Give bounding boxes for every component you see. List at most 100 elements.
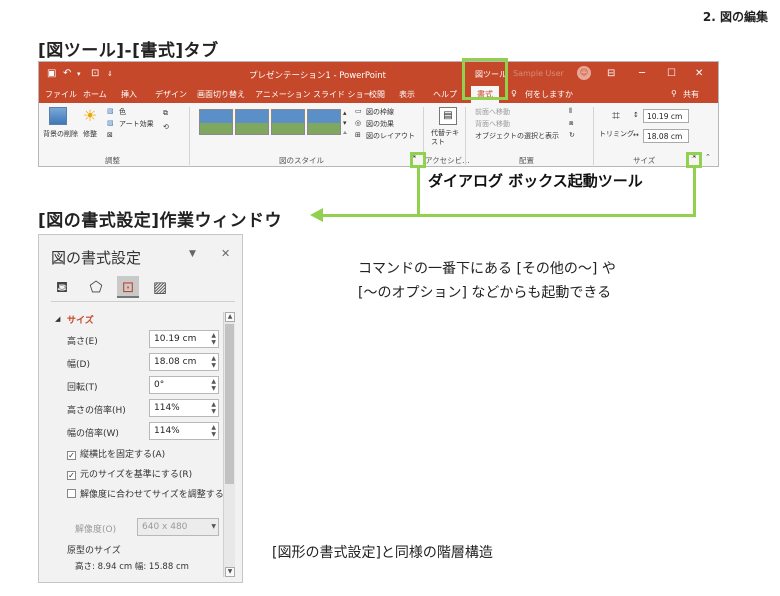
shape-height-input[interactable]: 10.19 cm: [643, 109, 689, 123]
picture-border-icon[interactable]: ▭: [355, 107, 362, 115]
tab-view[interactable]: 表示: [399, 89, 415, 100]
spinner-arrows-icon[interactable]: ▲ ▼: [211, 424, 216, 438]
checkmark-icon[interactable]: ✓: [67, 471, 76, 480]
artistic-effects-icon[interactable]: ▨: [107, 119, 114, 127]
tell-me-search[interactable]: 何をしますか: [525, 89, 573, 100]
remove-background-icon[interactable]: [49, 107, 67, 125]
crop-icon[interactable]: ⌗: [607, 107, 625, 125]
share-button[interactable]: 共有: [683, 89, 699, 100]
gallery-up-icon[interactable]: ▴: [343, 109, 347, 117]
pane-scrollbar[interactable]: ▲ ▼: [223, 312, 235, 577]
gallery-down-icon[interactable]: ▾: [343, 119, 347, 127]
height-value[interactable]: 10.19 cm: [154, 334, 196, 344]
tab-file[interactable]: ファイル: [45, 89, 77, 100]
rotation-value[interactable]: 0°: [154, 380, 164, 390]
color-button[interactable]: 色: [119, 107, 126, 117]
pane-close-icon[interactable]: ✕: [221, 247, 230, 260]
tab-transitions[interactable]: 画面切り替え: [197, 89, 245, 100]
effects-pentagon-icon[interactable]: ⬠: [85, 276, 107, 298]
corrections-sun-icon[interactable]: ☀: [81, 107, 99, 125]
checkmark-icon[interactable]: ✓: [67, 451, 76, 460]
align-icon[interactable]: ⫴: [569, 107, 572, 116]
spinner-arrows-icon[interactable]: ▲ ▼: [211, 378, 216, 392]
scroll-thumb[interactable]: [225, 324, 234, 484]
chevron-down-icon[interactable]: ▼: [211, 523, 216, 530]
shape-width-input[interactable]: 18.08 cm: [643, 129, 689, 143]
alt-text-label[interactable]: 代替テキスト: [431, 129, 461, 147]
scale-height-value[interactable]: 114%: [154, 403, 180, 413]
scroll-up-icon[interactable]: ▲: [225, 312, 235, 322]
picture-layout-icon[interactable]: ⊞: [355, 131, 361, 139]
height-spinner[interactable]: 10.19 cm ▲ ▼: [149, 330, 219, 348]
corrections-label[interactable]: 修整: [83, 129, 97, 139]
scroll-down-icon[interactable]: ▼: [225, 567, 235, 577]
compress-pictures-icon[interactable]: ⊠: [107, 131, 113, 139]
resolution-select[interactable]: 640 x 480 ▼: [137, 518, 219, 536]
width-spinner[interactable]: 18.08 cm ▲ ▼: [149, 353, 219, 371]
bring-forward-button[interactable]: 前面へ移動: [475, 107, 510, 117]
maximize-icon[interactable]: ☐: [667, 68, 676, 79]
tab-slideshow[interactable]: スライド ショー: [313, 89, 372, 100]
minimize-icon[interactable]: ─: [639, 68, 645, 79]
size-properties-icon[interactable]: ⊡: [117, 276, 139, 298]
ribbon-display-options-icon[interactable]: ⊟: [607, 68, 615, 79]
chapter-label: 2. 図の編集: [702, 10, 768, 24]
scale-width-value[interactable]: 114%: [154, 426, 180, 436]
scale-width-spinner[interactable]: 114% ▲ ▼: [149, 422, 219, 440]
tab-home[interactable]: ホーム: [83, 89, 107, 100]
resolution-value[interactable]: 640 x 480: [142, 522, 187, 532]
group-objects-icon[interactable]: ⧈: [569, 119, 573, 128]
alt-text-icon[interactable]: ▤: [439, 107, 457, 125]
change-picture-icon[interactable]: ⧉: [163, 109, 168, 118]
picture-icon[interactable]: ▨: [149, 276, 171, 298]
crop-label[interactable]: トリミング: [599, 129, 634, 139]
reset-picture-icon[interactable]: ⟲: [163, 123, 169, 131]
size-section-header[interactable]: サイズ: [67, 313, 94, 326]
customize-qat-icon[interactable]: ⇓: [107, 70, 113, 78]
connector-line: [693, 168, 696, 216]
picture-effects-icon[interactable]: ◎: [355, 119, 361, 127]
picture-border-button[interactable]: 図の枠線: [366, 107, 394, 117]
best-scale-checkbox[interactable]: 解像度に合わせてサイズを調整する: [67, 487, 224, 500]
rotation-spinner[interactable]: 0° ▲ ▼: [149, 376, 219, 394]
width-value[interactable]: 18.08 cm: [154, 357, 196, 367]
picture-style-thumb[interactable]: [235, 109, 269, 135]
lock-aspect-checkbox[interactable]: ✓ 縦横比を固定する(A): [67, 447, 165, 460]
tab-review[interactable]: 校閲: [369, 89, 385, 100]
tab-help[interactable]: ヘルプ: [433, 89, 457, 100]
selection-pane-button[interactable]: オブジェクトの選択と表示: [475, 131, 559, 141]
undo-dropdown-icon[interactable]: ▾: [77, 70, 81, 78]
user-avatar[interactable]: ☺: [577, 66, 591, 80]
gallery-more-icon[interactable]: ⩡: [343, 129, 347, 138]
checkbox-empty-icon[interactable]: [67, 489, 76, 498]
spinner-arrows-icon[interactable]: ▲ ▼: [211, 355, 216, 369]
remove-background-label[interactable]: 背景の削除: [43, 129, 78, 139]
tab-animations[interactable]: アニメーション: [255, 89, 311, 100]
spinner-arrows-icon[interactable]: ▲ ▼: [211, 332, 216, 346]
close-icon[interactable]: ✕: [695, 68, 703, 79]
collapse-ribbon-icon[interactable]: ⌃: [705, 153, 711, 161]
lightbulb-icon: ♀: [511, 89, 517, 98]
rotate-icon[interactable]: ↻: [569, 131, 575, 139]
tab-insert[interactable]: 挿入: [121, 89, 137, 100]
pane-section-title: [図の書式設定]作業ウィンドウ: [38, 211, 283, 231]
scale-height-spinner[interactable]: 114% ▲ ▼: [149, 399, 219, 417]
undo-icon[interactable]: ↶: [63, 68, 71, 79]
relative-original-checkbox[interactable]: ✓ 元のサイズを基準にする(R): [67, 467, 192, 480]
picture-layout-button[interactable]: 図のレイアウト: [366, 131, 415, 141]
send-backward-button[interactable]: 背面へ移動: [475, 119, 510, 129]
picture-style-thumb[interactable]: [271, 109, 305, 135]
fill-line-icon[interactable]: ⛾: [51, 276, 73, 298]
start-slideshow-icon[interactable]: ⊡: [91, 68, 99, 79]
color-icon[interactable]: ▧: [107, 107, 114, 115]
group-label-arrange: 配置: [519, 156, 534, 165]
save-icon[interactable]: ▣: [47, 68, 56, 79]
spinner-arrows-icon[interactable]: ▲ ▼: [211, 401, 216, 415]
pane-options-icon[interactable]: ▼: [189, 249, 196, 259]
picture-style-thumb[interactable]: [199, 109, 233, 135]
section-collapse-icon[interactable]: ◢: [55, 315, 60, 323]
tab-design[interactable]: デザイン: [155, 89, 187, 100]
picture-style-thumb[interactable]: [307, 109, 341, 135]
picture-effects-button[interactable]: 図の効果: [366, 119, 394, 129]
artistic-effects-button[interactable]: アート効果: [119, 119, 154, 129]
